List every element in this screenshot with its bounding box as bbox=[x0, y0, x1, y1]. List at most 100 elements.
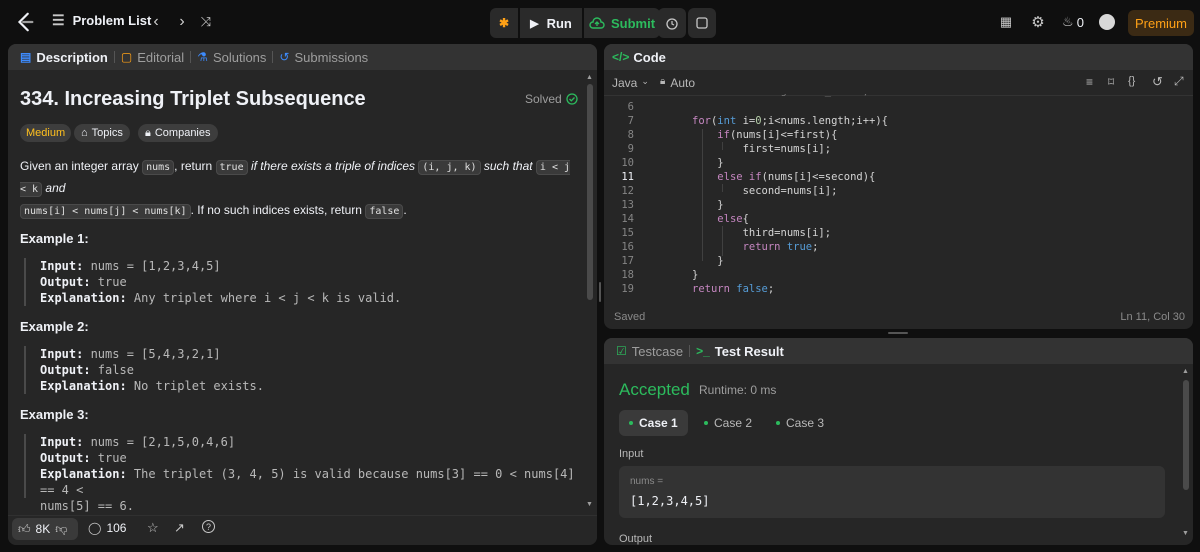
code-line[interactable]: 14 else{ bbox=[604, 212, 1193, 226]
code-line[interactable]: 16 return true; bbox=[604, 240, 1193, 254]
code-text: else{ bbox=[717, 213, 749, 225]
code-line[interactable]: 8 if(nums[i]<=first){ bbox=[604, 128, 1193, 142]
code-line[interactable]: 12 second=nums[i]; bbox=[604, 184, 1193, 198]
format-icon[interactable]: ≡ bbox=[1086, 75, 1093, 89]
code-line[interactable]: 19 return false; bbox=[604, 282, 1193, 296]
bookmark-icon[interactable]: ⌑ bbox=[1108, 75, 1114, 89]
scroll-up-icon[interactable]: ▲ bbox=[1182, 368, 1189, 375]
run-button[interactable]: ▶ Run bbox=[520, 8, 582, 38]
code-text: return true; bbox=[742, 241, 819, 253]
submit-label: Submit bbox=[610, 15, 656, 31]
case-tab-2[interactable]: Case 2 bbox=[694, 410, 762, 436]
vertical-resize-handle[interactable] bbox=[599, 282, 601, 302]
notes-button[interactable] bbox=[688, 8, 716, 38]
code-line[interactable]: 7 for(int i=0;i<nums.length;i++){ bbox=[604, 114, 1193, 128]
case-tab-1[interactable]: Case 1 bbox=[619, 410, 688, 436]
example-title: Example 2: bbox=[20, 319, 89, 334]
line-number: 9 bbox=[627, 143, 634, 155]
scroll-down-icon[interactable]: ▼ bbox=[586, 501, 594, 508]
case-label: Case 1 bbox=[639, 416, 678, 430]
scrollbar-thumb[interactable] bbox=[587, 84, 593, 300]
star-icon[interactable]: ☆ bbox=[147, 520, 159, 536]
braces-icon[interactable]: {} bbox=[1128, 75, 1135, 87]
code-line[interactable]: 15 third=nums[i]; bbox=[604, 226, 1193, 240]
tab-solutions[interactable]: ⚗ Solutions bbox=[191, 44, 272, 70]
code-text: } bbox=[692, 255, 724, 267]
avatar[interactable] bbox=[1099, 14, 1115, 30]
share-icon[interactable]: ↗ bbox=[174, 520, 185, 536]
code-line[interactable]: 6 bbox=[604, 100, 1193, 114]
difficulty-badge: Medium bbox=[20, 124, 72, 142]
case-label: Case 2 bbox=[714, 416, 753, 430]
tab-submissions-label: Submissions bbox=[294, 49, 369, 65]
tab-test-result[interactable]: >_ Test Result bbox=[690, 338, 790, 364]
shuffle-icon[interactable]: ⤨ bbox=[196, 12, 216, 32]
editor-toolbar: Java ⌄ 🔒︎ Auto ≡ ⌑ {} ↺ ⤢ bbox=[604, 70, 1193, 96]
code-line[interactable]: 10 } bbox=[604, 156, 1193, 170]
line-number: 19 bbox=[621, 283, 634, 295]
code-line[interactable]: 18} bbox=[604, 268, 1193, 282]
tab-description[interactable]: ▤ Description bbox=[14, 44, 114, 70]
status-dot bbox=[776, 421, 780, 425]
code-line[interactable]: 9 first=nums[i]; bbox=[604, 142, 1193, 156]
expand-icon[interactable]: ⤢ bbox=[1174, 74, 1184, 89]
line-number: 17 bbox=[621, 255, 634, 267]
case-tab-3[interactable]: Case 3 bbox=[766, 410, 834, 436]
submit-button[interactable]: Submit bbox=[584, 8, 660, 38]
timer-button[interactable] bbox=[658, 8, 686, 38]
comments-button[interactable]: ◯ 106 bbox=[88, 521, 126, 535]
horizontal-resize-handle[interactable] bbox=[888, 332, 908, 334]
scrollbar[interactable]: ▲ ▼ bbox=[586, 74, 594, 514]
next-problem-icon[interactable]: › bbox=[172, 12, 192, 32]
leetcode-logo-icon[interactable] bbox=[14, 11, 36, 33]
case-label: Case 3 bbox=[786, 416, 825, 430]
code-line[interactable]: 13 } bbox=[604, 198, 1193, 212]
example-output: Output: true bbox=[40, 274, 401, 290]
auto-mode[interactable]: 🔒︎ Auto bbox=[660, 76, 695, 90]
lock-icon: 🔒︎ bbox=[660, 76, 666, 87]
reset-icon[interactable]: ↺ bbox=[1152, 74, 1163, 90]
streak-button[interactable]: ♨ 0 bbox=[1058, 12, 1088, 32]
test-scrollbar[interactable]: ▲ ▼ bbox=[1182, 368, 1190, 543]
problem-title[interactable]: 334. Increasing Triplet Subsequence bbox=[20, 88, 366, 111]
settings-gear-icon[interactable]: ⚙ bbox=[1028, 12, 1048, 32]
thumbs-down-icon[interactable]: 👎︎ bbox=[55, 522, 67, 537]
code-editor[interactable]: int third=Integer.MAX_VALUE; 6 7 for(int i… bbox=[604, 94, 1193, 299]
line-number: 15 bbox=[621, 227, 634, 239]
code-line[interactable]: 11 else if(nums[i]<=second){ bbox=[604, 170, 1193, 184]
companies-button[interactable]: 🔒︎ Companies bbox=[138, 124, 218, 142]
explanation-label: Explanation: bbox=[40, 467, 127, 481]
help-icon[interactable]: ? bbox=[202, 520, 215, 533]
code-line[interactable]: 17 } bbox=[604, 254, 1193, 268]
debug-button[interactable]: ✱ bbox=[490, 8, 518, 38]
example-explanation: Explanation: Any triplet where i < j < k… bbox=[40, 290, 401, 306]
tab-solutions-label: Solutions bbox=[212, 49, 267, 65]
tab-editorial[interactable]: ▢ Editorial bbox=[115, 44, 190, 70]
premium-button[interactable]: Premium bbox=[1128, 10, 1194, 36]
tab-submissions[interactable]: ↺ Submissions bbox=[273, 44, 374, 70]
cloud-upload-icon bbox=[589, 17, 605, 29]
topics-button[interactable]: ⌂ Topics bbox=[74, 124, 130, 142]
line-number: 12 bbox=[621, 185, 634, 197]
prev-problem-icon[interactable]: ‹ bbox=[146, 12, 166, 32]
description-panel: ▤ Description ▢ Editorial ⚗ Solutions ↺ … bbox=[8, 44, 597, 545]
line-number: 6 bbox=[627, 101, 634, 113]
layout-grid-icon[interactable]: ▦ bbox=[996, 12, 1016, 32]
problem-list-button[interactable]: ☰ Problem List bbox=[52, 12, 151, 29]
desc-text: Given an integer array bbox=[20, 159, 143, 173]
thumbs-up-icon[interactable]: 👍︎ bbox=[18, 522, 31, 537]
book-icon: ▢ bbox=[120, 50, 133, 64]
explanation-label: Explanation: bbox=[40, 379, 127, 393]
scroll-up-icon[interactable]: ▲ bbox=[586, 74, 594, 81]
language-select[interactable]: Java ⌄ bbox=[612, 76, 649, 90]
line-number: 7 bbox=[627, 115, 634, 127]
scrollbar-thumb[interactable] bbox=[1183, 380, 1189, 490]
input-value: nums = [1,2,3,4,5] bbox=[83, 259, 221, 273]
comment-icon: ◯ bbox=[88, 521, 102, 535]
scroll-down-icon[interactable]: ▼ bbox=[1182, 530, 1189, 537]
tab-testcase[interactable]: ☑ Testcase bbox=[610, 338, 689, 364]
line-number: 14 bbox=[621, 213, 634, 225]
input-value: nums = [5,4,3,2,1] bbox=[83, 347, 221, 361]
cursor-position: Ln 11, Col 30 bbox=[1120, 311, 1185, 323]
desc-code: (i, j, k) bbox=[418, 160, 481, 175]
